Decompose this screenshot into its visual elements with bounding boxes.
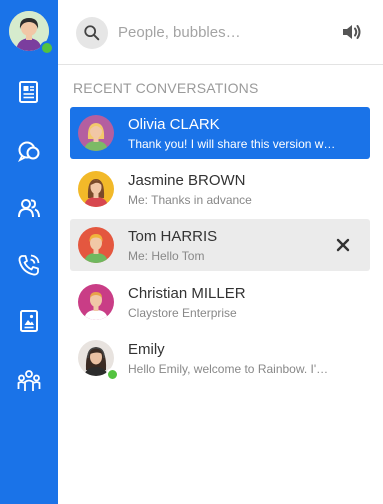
close-conversation-button[interactable] [334, 236, 352, 254]
my-presence-dot [40, 41, 54, 55]
bubbles-button[interactable] [14, 135, 44, 165]
avatar [78, 227, 114, 263]
conversations-panel: RECENT CONVERSATIONS Olivia CLARK Thank … [58, 0, 383, 504]
conversation-name: Olivia CLARK [128, 116, 220, 133]
search-input[interactable] [118, 20, 328, 44]
avatar [78, 115, 114, 151]
conversation-snippet: Thank you! I will share this version w… [128, 137, 336, 151]
avatar [78, 284, 114, 320]
speaker-icon [343, 25, 361, 39]
conversation-snippet: Me: Hello Tom [128, 249, 205, 263]
conversation-snippet: Hello Emily, welcome to Rainbow. I'… [128, 362, 329, 376]
female-avatar-icon [78, 171, 114, 207]
close-icon [336, 238, 350, 252]
section-title: RECENT CONVERSATIONS [73, 80, 259, 96]
conversation-name: Tom HARRIS [128, 228, 218, 245]
conversation-snippet: Me: Thanks in advance [128, 193, 252, 207]
calls-button[interactable] [14, 250, 44, 280]
conversation-item[interactable]: Jasmine BROWN Me: Thanks in advance [70, 163, 370, 215]
contacts-button[interactable] [14, 193, 44, 223]
male-avatar-icon [78, 227, 114, 263]
conversation-snippet: Claystore Enterprise [128, 306, 237, 320]
male-avatar-icon [78, 284, 114, 320]
conversation-item[interactable]: Christian MILLER Claystore Enterprise [70, 276, 370, 328]
conversation-item[interactable]: Emily Hello Emily, welcome to Rainbow. I… [70, 332, 370, 384]
left-nav-rail [0, 0, 58, 504]
search-button[interactable] [76, 17, 108, 49]
avatar [78, 171, 114, 207]
female-avatar-icon [78, 115, 114, 151]
contacts-icon [18, 199, 40, 218]
search-bar [58, 0, 383, 65]
company-icon [17, 370, 41, 391]
conversation-name: Christian MILLER [128, 285, 246, 302]
conversation-item[interactable]: Tom HARRIS Me: Hello Tom [70, 219, 370, 271]
news-button[interactable] [14, 77, 44, 107]
bubbles-icon [17, 141, 40, 163]
files-button[interactable] [14, 306, 44, 336]
conversation-name: Emily [128, 341, 165, 358]
news-icon [19, 81, 38, 103]
phone-icon [18, 254, 40, 276]
files-icon [20, 310, 38, 332]
conversation-name: Jasmine BROWN [128, 172, 246, 189]
conversation-item[interactable]: Olivia CLARK Thank you! I will share thi… [70, 107, 370, 159]
company-button[interactable] [14, 366, 44, 396]
sound-button[interactable] [340, 20, 364, 44]
online-status-dot [106, 368, 119, 381]
search-icon [84, 25, 100, 41]
